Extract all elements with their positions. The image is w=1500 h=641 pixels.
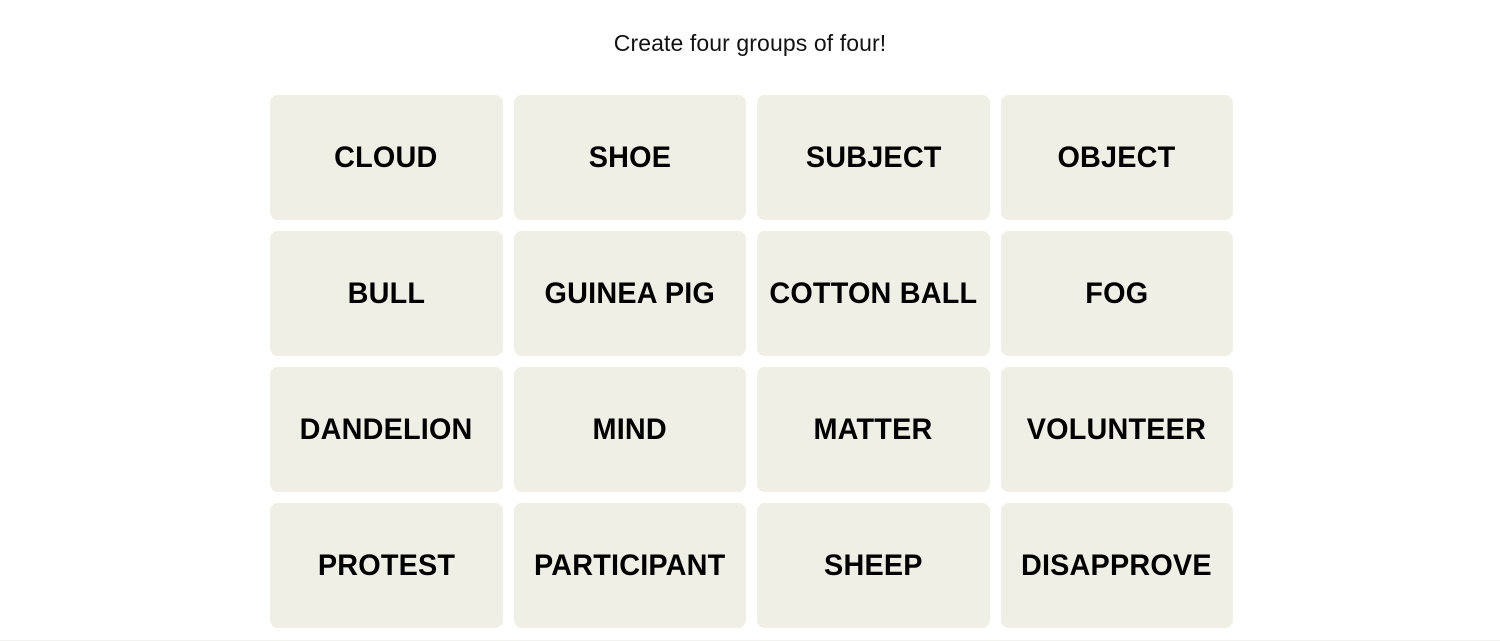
word-tile[interactable]: SUBJECT xyxy=(757,95,990,220)
word-tile-label: DISAPPROVE xyxy=(1021,548,1213,582)
word-tile-label: BULL xyxy=(347,276,426,310)
word-tile-label: SUBJECT xyxy=(805,140,942,174)
word-tile[interactable]: PROTEST xyxy=(270,503,503,628)
word-tile[interactable]: MATTER xyxy=(757,367,990,492)
word-tile[interactable]: COTTON BALL xyxy=(757,231,990,356)
word-tile-label: CLOUD xyxy=(334,140,438,174)
word-tile[interactable]: VOLUNTEER xyxy=(1000,367,1233,492)
word-tile-grid: CLOUD SHOE SUBJECT OBJECT BULL GUINEA PI… xyxy=(270,95,1233,628)
word-tile[interactable]: PARTICIPANT xyxy=(513,503,746,628)
word-tile[interactable]: FOG xyxy=(1000,231,1233,356)
word-tile-label: VOLUNTEER xyxy=(1027,412,1207,446)
word-tile-label: PROTEST xyxy=(317,548,455,582)
word-tile[interactable]: DISAPPROVE xyxy=(1000,503,1233,628)
word-tile[interactable]: SHOE xyxy=(513,95,746,220)
word-tile[interactable]: BULL xyxy=(270,231,503,356)
word-tile[interactable]: DANDELION xyxy=(270,367,503,492)
word-tile-label: GUINEA PIG xyxy=(544,276,715,310)
connections-game-board: Create four groups of four! CLOUD SHOE S… xyxy=(0,0,1500,641)
word-tile-label: COTTON BALL xyxy=(769,276,978,310)
word-tile[interactable]: GUINEA PIG xyxy=(513,231,746,356)
word-tile-label: SHOE xyxy=(588,140,671,174)
word-tile[interactable]: SHEEP xyxy=(757,503,990,628)
word-tile[interactable]: MIND xyxy=(513,367,746,492)
word-tile-label: MIND xyxy=(592,412,667,446)
word-tile-label: OBJECT xyxy=(1057,140,1176,174)
word-tile-label: DANDELION xyxy=(299,412,473,446)
page-title: Create four groups of four! xyxy=(613,30,887,56)
word-tile[interactable]: OBJECT xyxy=(1000,95,1233,220)
word-tile-label: SHEEP xyxy=(823,548,923,582)
word-tile-label: FOG xyxy=(1085,276,1149,310)
word-tile-label: PARTICIPANT xyxy=(534,548,726,582)
word-tile[interactable]: CLOUD xyxy=(270,95,503,220)
word-tile-label: MATTER xyxy=(813,412,933,446)
